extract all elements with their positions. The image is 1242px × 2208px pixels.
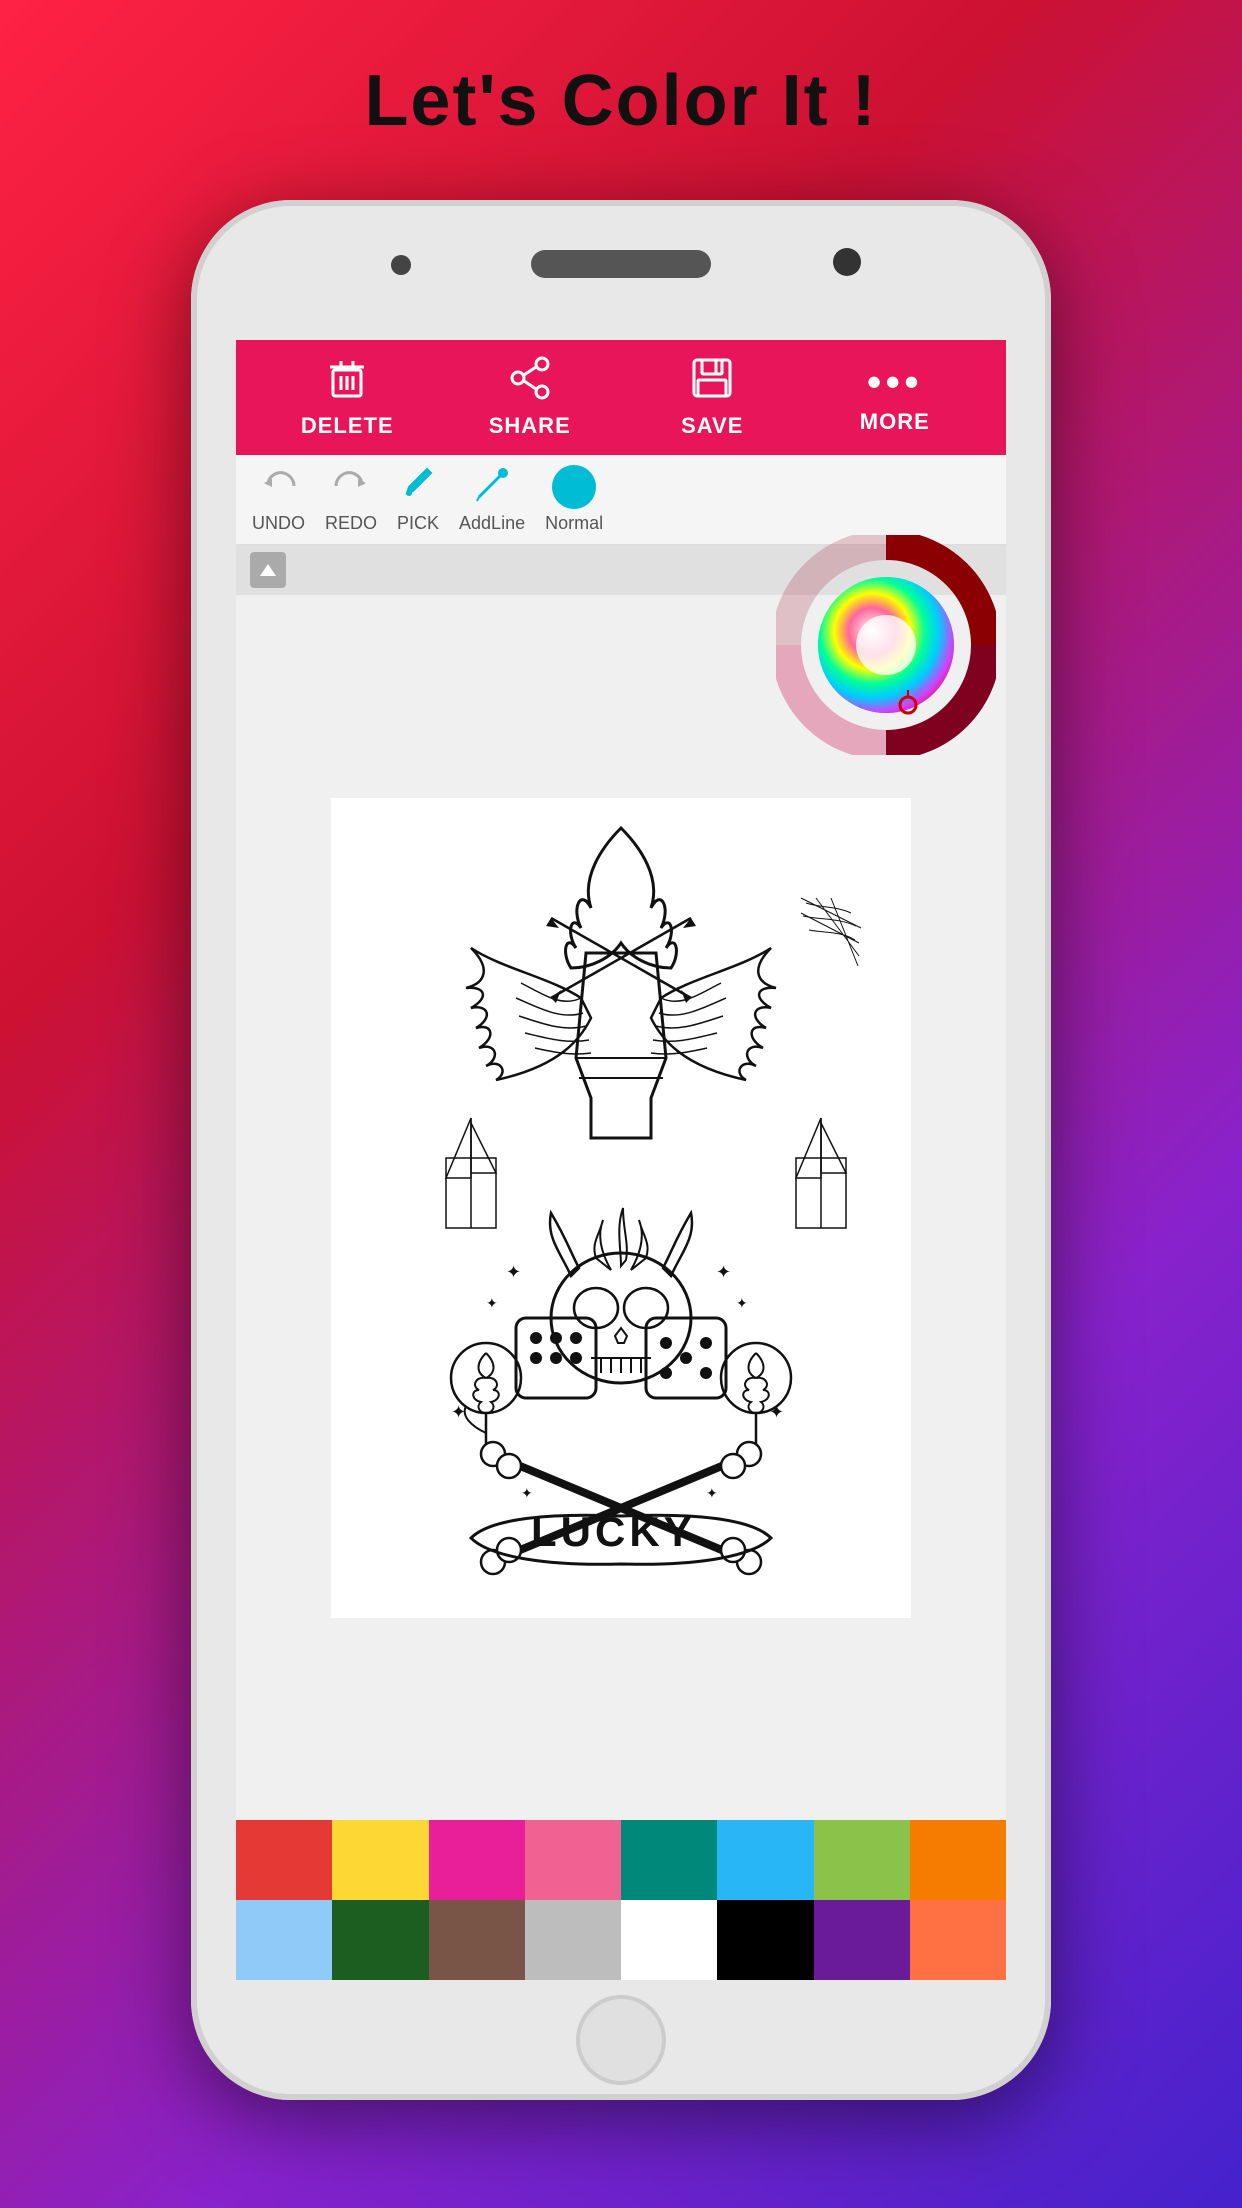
share-label: SHARE: [489, 413, 571, 439]
color-swatch-baby-blue[interactable]: [236, 1900, 332, 1980]
save-button[interactable]: SAVE: [621, 356, 804, 439]
more-label: MORE: [860, 409, 930, 435]
svg-text:✦: ✦: [486, 1295, 498, 1311]
color-swatch-black[interactable]: [717, 1900, 813, 1980]
palette-row-row1: [236, 1820, 1006, 1900]
addline-button[interactable]: AddLine: [459, 465, 525, 534]
svg-text:✦: ✦: [521, 1485, 533, 1501]
color-swatch-teal[interactable]: [621, 1820, 717, 1900]
secondary-toolbar: UNDO REDO PICK: [236, 455, 1006, 545]
more-icon: •••: [867, 361, 923, 403]
svg-text:✦: ✦: [451, 1402, 466, 1422]
color-swatch-light-blue[interactable]: [717, 1820, 813, 1900]
share-button[interactable]: SHARE: [439, 356, 622, 439]
delete-label: DELETE: [301, 413, 394, 439]
color-swatch-orange[interactable]: [910, 1820, 1006, 1900]
phone-top-bar: [191, 200, 1051, 340]
phone-bottom: [191, 1980, 1051, 2100]
collapse-button[interactable]: [250, 552, 286, 588]
selfie-cam: [833, 248, 861, 276]
main-toolbar: DELETE SHARE: [236, 340, 1006, 455]
addline-label: AddLine: [459, 513, 525, 534]
delete-icon: [325, 356, 369, 407]
svg-text:✦: ✦: [506, 1262, 521, 1282]
color-swatch-light-green[interactable]: [814, 1820, 910, 1900]
app-title: Let's Color It !: [0, 0, 1242, 142]
addline-icon: [473, 465, 511, 509]
svg-text:✦: ✦: [736, 1295, 748, 1311]
color-swatch-yellow[interactable]: [332, 1820, 428, 1900]
palette-row-row2: [236, 1900, 1006, 1980]
save-label: SAVE: [681, 413, 743, 439]
undo-icon: [260, 465, 298, 509]
pick-icon: [399, 465, 437, 509]
save-icon: [690, 356, 734, 407]
normal-color-circle: [552, 465, 596, 509]
drawing-canvas[interactable]: LUCKY ✦ ✦ ✦ ✦ ✦ ✦ ✦ ✦: [236, 595, 1006, 1820]
delete-button[interactable]: DELETE: [256, 356, 439, 439]
color-swatch-white[interactable]: [621, 1900, 717, 1980]
more-button[interactable]: ••• MORE: [804, 361, 987, 435]
color-swatch-purple[interactable]: [814, 1900, 910, 1980]
pick-label: PICK: [397, 513, 439, 534]
phone-screen: DELETE SHARE: [236, 340, 1006, 1980]
color-swatch-red[interactable]: [236, 1820, 332, 1900]
svg-text:LUCKY: LUCKY: [531, 1508, 696, 1555]
undo-button[interactable]: UNDO: [252, 465, 305, 534]
svg-text:✦: ✦: [716, 1262, 731, 1282]
speaker: [531, 250, 711, 278]
normal-button[interactable]: Normal: [545, 465, 603, 534]
color-swatch-deep-orange[interactable]: [910, 1900, 1006, 1980]
normal-label: Normal: [545, 513, 603, 534]
color-palette: [236, 1820, 1006, 1980]
color-swatch-gray[interactable]: [525, 1900, 621, 1980]
color-swatch-brown[interactable]: [429, 1900, 525, 1980]
redo-button[interactable]: REDO: [325, 465, 377, 534]
redo-label: REDO: [325, 513, 377, 534]
front-camera: [391, 255, 411, 275]
redo-icon: [332, 465, 370, 509]
color-swatch-hot-pink[interactable]: [429, 1820, 525, 1900]
undo-label: UNDO: [252, 513, 305, 534]
home-button[interactable]: [576, 1995, 666, 2085]
svg-text:✦: ✦: [769, 1402, 784, 1422]
color-wheel-container[interactable]: [776, 535, 996, 755]
color-swatch-dark-green[interactable]: [332, 1900, 428, 1980]
phone-frame: DELETE SHARE: [191, 200, 1051, 2100]
pick-button[interactable]: PICK: [397, 465, 439, 534]
share-icon: [508, 356, 552, 407]
tattoo-artwork: LUCKY ✦ ✦ ✦ ✦ ✦ ✦ ✦ ✦: [331, 798, 911, 1618]
color-swatch-pink[interactable]: [525, 1820, 621, 1900]
svg-text:✦: ✦: [706, 1485, 718, 1501]
